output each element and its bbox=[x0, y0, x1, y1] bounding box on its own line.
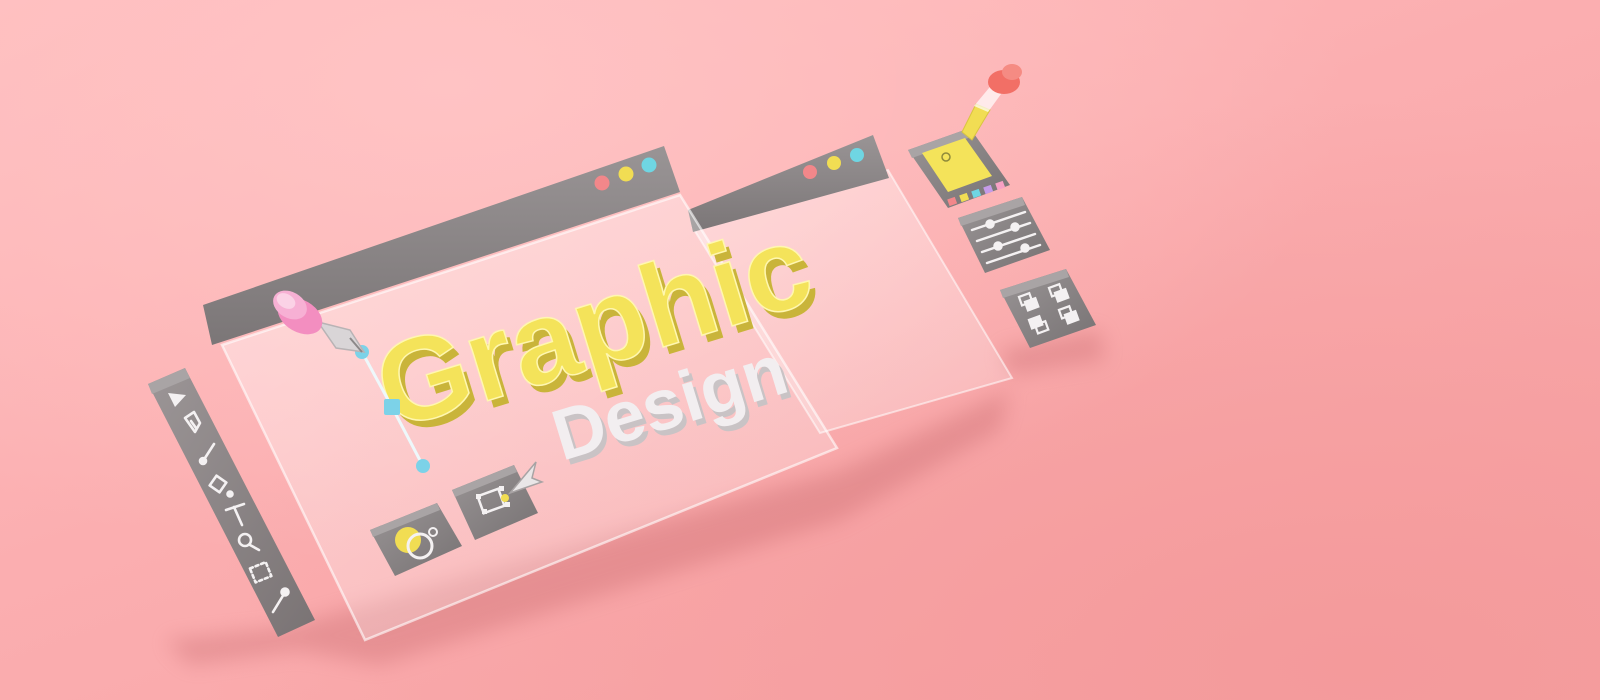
anchor-point-handle[interactable] bbox=[384, 399, 400, 415]
adjustment-sliders-panel[interactable] bbox=[958, 197, 1050, 273]
color-picker-panel[interactable] bbox=[908, 64, 1022, 208]
control-handle[interactable] bbox=[416, 459, 430, 473]
graphic-design-illustration: Graphic Graphic Design Design bbox=[0, 0, 1600, 700]
illustration-canvas: Graphic Graphic Design Design bbox=[148, 64, 1105, 665]
minimize-dot[interactable] bbox=[618, 166, 634, 182]
eyedropper-3d-icon bbox=[961, 64, 1022, 141]
minimize-dot[interactable] bbox=[827, 156, 841, 170]
close-dot[interactable] bbox=[594, 175, 610, 191]
maximize-dot[interactable] bbox=[641, 157, 657, 173]
close-dot[interactable] bbox=[803, 165, 817, 179]
maximize-dot[interactable] bbox=[850, 148, 864, 162]
